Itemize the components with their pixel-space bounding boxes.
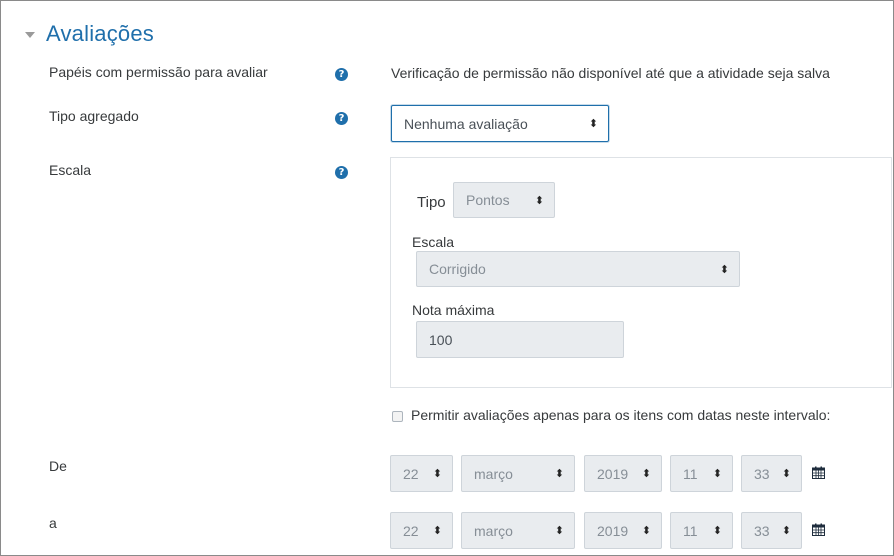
from-minute-select[interactable]: 33 ⬍ (741, 455, 802, 492)
scale-type-value: Pontos (466, 192, 510, 208)
select-arrows-icon: ⬍ (432, 467, 442, 480)
from-day-select[interactable]: 22 ⬍ (390, 455, 453, 492)
to-hour-select[interactable]: 11 ⬍ (670, 512, 733, 549)
to-hour-value: 11 (683, 522, 698, 539)
ratings-form-section: Avaliações Papéis com permissão para ava… (0, 0, 894, 556)
select-arrows-icon: ⬍ (534, 193, 544, 207)
from-hour-value: 11 (683, 465, 698, 482)
from-day-value: 22 (403, 465, 419, 482)
section-header-ratings[interactable]: Avaliações (25, 21, 154, 47)
calendar-icon[interactable] (812, 523, 825, 536)
from-minute-value: 33 (754, 465, 770, 482)
from-month-select[interactable]: março ⬍ (461, 455, 575, 492)
calendar-icon[interactable] (812, 466, 825, 479)
aggregate-type-value: Nenhuma avaliação (404, 115, 528, 132)
from-month-value: março (474, 465, 513, 482)
roles-label: Papéis com permissão para avaliar (49, 64, 268, 80)
to-month-value: março (474, 522, 513, 539)
select-arrows-icon: ⬍ (712, 467, 722, 480)
to-minute-value: 33 (754, 522, 770, 539)
restrict-dates-label: Permitir avaliações apenas para os itens… (411, 407, 831, 423)
to-minute-select[interactable]: 33 ⬍ (741, 512, 802, 549)
to-date-label: a (49, 515, 57, 531)
roles-static-text: Verificação de permissão não disponível … (391, 65, 830, 81)
max-grade-label: Nota máxima (412, 302, 495, 318)
to-month-select[interactable]: março ⬍ (461, 512, 575, 549)
scale-type-label: Tipo (417, 194, 446, 211)
select-arrows-icon: ⬍ (554, 467, 564, 480)
scale-select-label: Escala (412, 234, 455, 250)
scale-type-select[interactable]: Pontos ⬍ (453, 182, 555, 218)
select-arrows-icon: ⬍ (712, 524, 722, 537)
select-arrows-icon: ⬍ (781, 524, 791, 537)
from-hour-select[interactable]: 11 ⬍ (670, 455, 733, 492)
from-date-label: De (49, 458, 67, 474)
select-arrows-icon: ⬍ (641, 524, 651, 537)
aggregate-type-label: Tipo agregado (49, 108, 139, 124)
from-year-value: 2019 (597, 465, 629, 482)
to-day-select[interactable]: 22 ⬍ (390, 512, 453, 549)
caret-down-icon (25, 32, 35, 38)
question-circle-icon[interactable]: ? (335, 68, 348, 81)
to-day-value: 22 (403, 522, 419, 539)
select-arrows-icon: ⬍ (588, 117, 598, 130)
from-year-select[interactable]: 2019 ⬍ (584, 455, 662, 492)
scale-label: Escala (49, 162, 92, 178)
select-arrows-icon: ⬍ (781, 467, 791, 480)
max-grade-input[interactable]: 100 (416, 321, 624, 358)
select-arrows-icon: ⬍ (719, 262, 729, 276)
scale-select[interactable]: Corrigido ⬍ (416, 251, 740, 287)
restrict-dates-checkbox[interactable] (392, 411, 403, 422)
select-arrows-icon: ⬍ (554, 524, 564, 537)
to-year-value: 2019 (597, 522, 629, 539)
select-arrows-icon: ⬍ (641, 467, 651, 480)
aggregate-type-select[interactable]: Nenhuma avaliação ⬍ (391, 105, 609, 142)
question-circle-icon[interactable]: ? (335, 166, 348, 179)
section-title: Avaliações (46, 21, 154, 46)
to-year-select[interactable]: 2019 ⬍ (584, 512, 662, 549)
scale-group-box: Tipo Pontos ⬍ Escala Corrigido ⬍ Nota má… (390, 157, 892, 388)
question-circle-icon[interactable]: ? (335, 112, 348, 125)
select-arrows-icon: ⬍ (432, 524, 442, 537)
scale-value: Corrigido (429, 261, 486, 277)
